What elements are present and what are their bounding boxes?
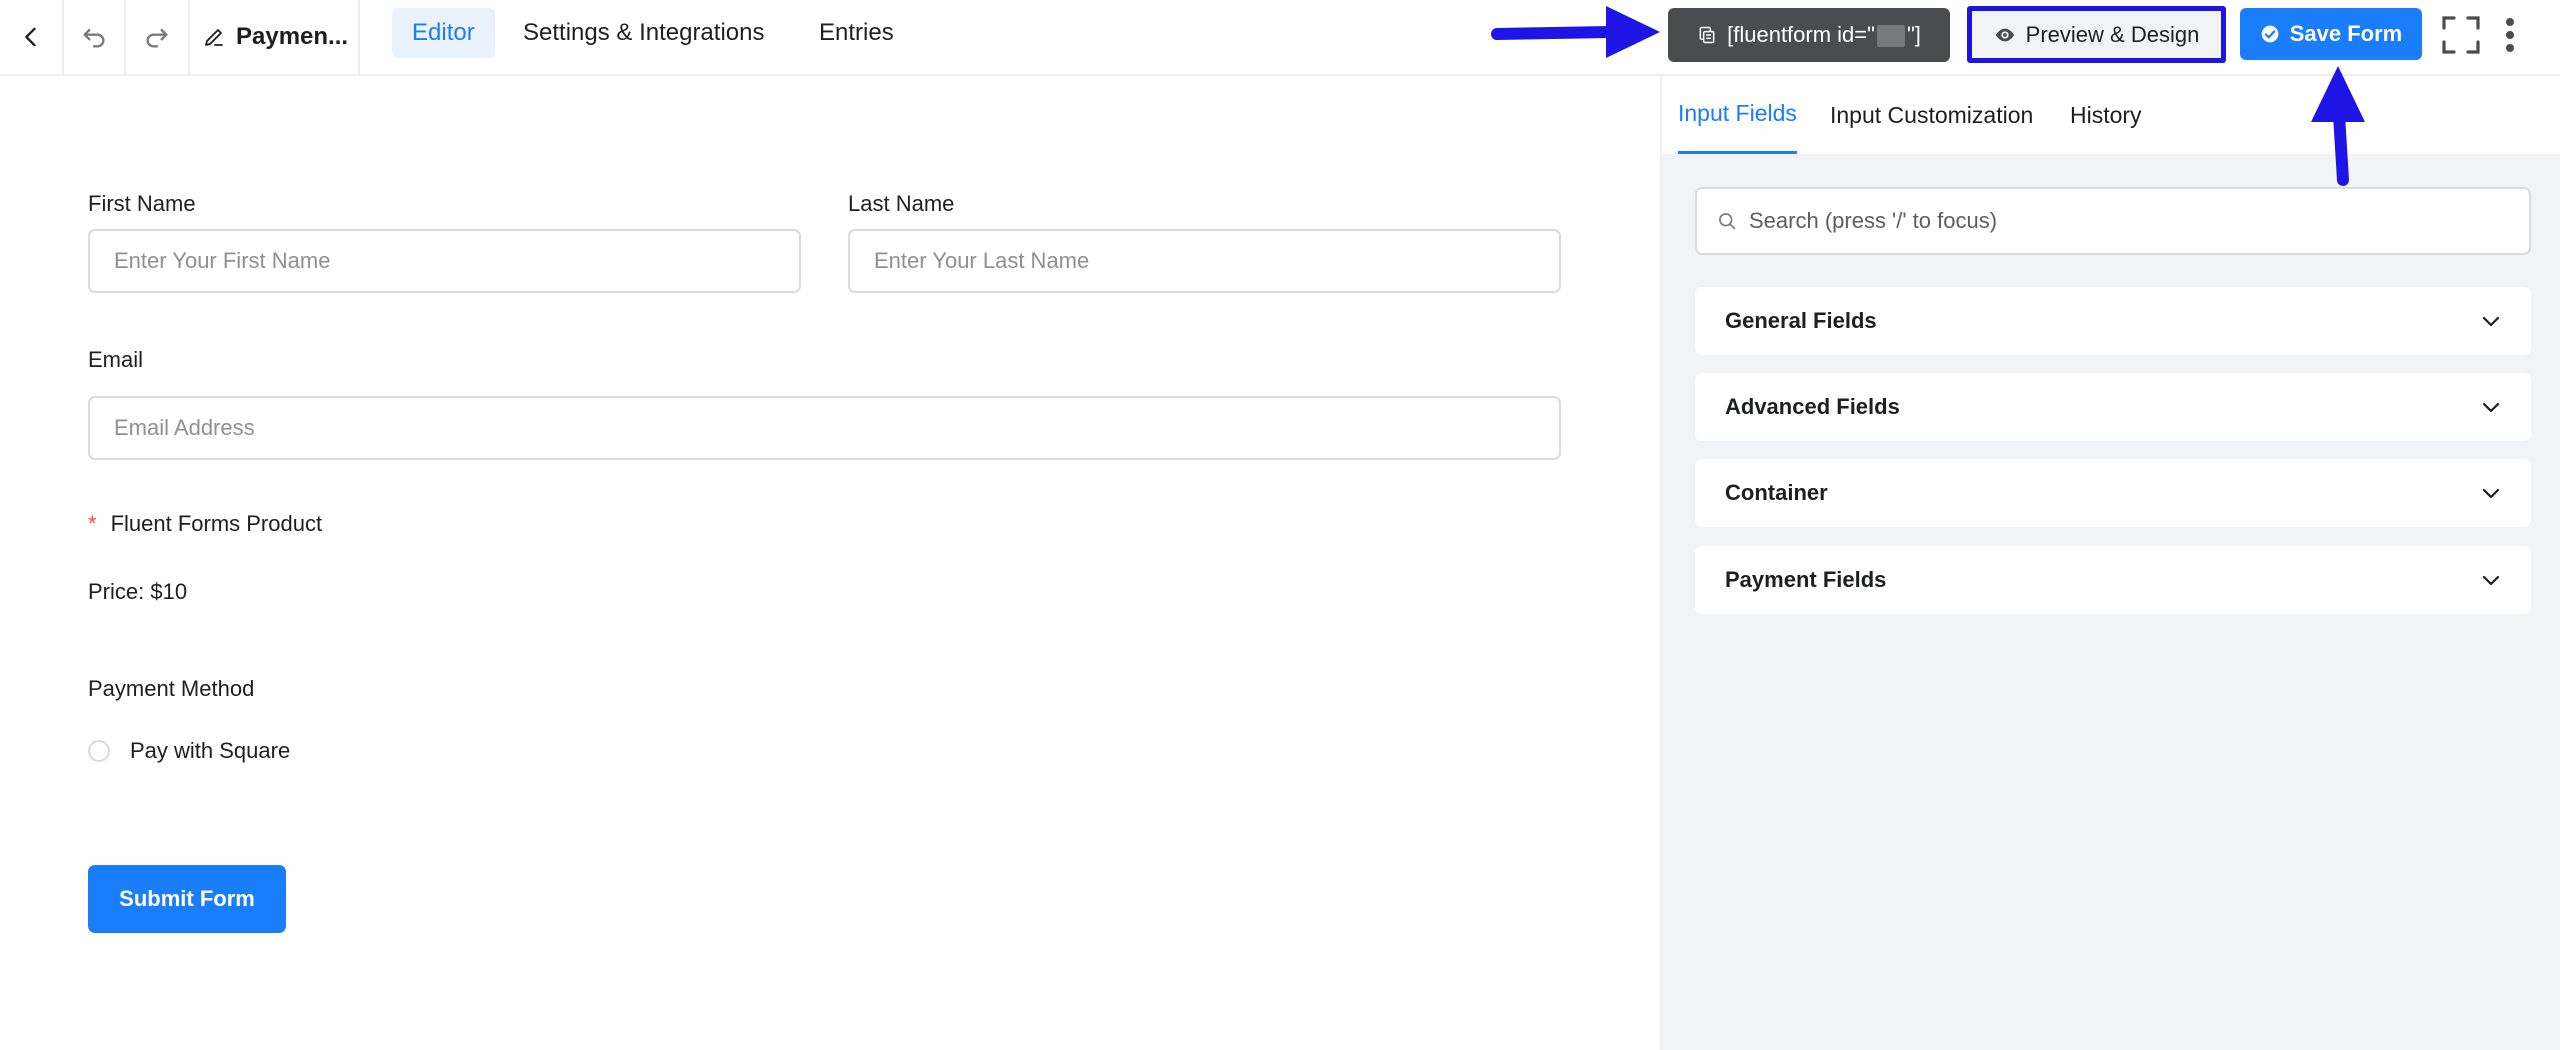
- first-name-label: First Name: [88, 191, 196, 216]
- eye-icon: [1995, 28, 2014, 41]
- redo-icon: [146, 28, 168, 48]
- last-name-input[interactable]: [848, 229, 1561, 293]
- undo-icon: [83, 28, 105, 48]
- last-name-label: Last Name: [848, 191, 955, 216]
- required-mark: *: [88, 511, 97, 536]
- radio-circle[interactable]: [88, 740, 110, 762]
- field-search-input[interactable]: [1749, 208, 2509, 234]
- panel-tabs: Input Fields Input Customization History: [1662, 76, 2560, 154]
- fields-panel: Input Fields Input Customization History…: [1660, 76, 2560, 1050]
- copy-icon: [1699, 26, 1715, 44]
- undo-button[interactable]: [64, 0, 126, 74]
- first-name-input[interactable]: [88, 229, 801, 293]
- tab-input-customization[interactable]: Input Customization: [1830, 76, 2033, 154]
- product-price: Price: $10: [88, 579, 188, 604]
- chevron-down-icon: [2482, 575, 2500, 586]
- chevron-down-icon: [2482, 488, 2500, 499]
- pencil-icon: [205, 29, 223, 46]
- section-general-fields-label: General Fields: [1725, 308, 1877, 333]
- chevron-left-icon: [25, 27, 36, 47]
- product-label-text: Fluent Forms Product: [110, 511, 323, 536]
- product-label: * Fluent Forms Product: [88, 511, 322, 537]
- form-title[interactable]: Paymen...: [190, 0, 360, 74]
- payment-method-label: Payment Method: [88, 676, 255, 701]
- tab-history[interactable]: History: [2070, 76, 2142, 154]
- redacted-id: [1876, 25, 1905, 48]
- section-payment-fields[interactable]: Payment Fields: [1695, 546, 2531, 614]
- form-title-text: Paymen...: [236, 23, 349, 50]
- email-label: Email: [88, 347, 144, 372]
- form-canvas: First Name Last Name Email * Fluent Forms…: [0, 76, 1660, 1050]
- section-general-fields[interactable]: General Fields: [1695, 287, 2531, 355]
- preview-design-button[interactable]: Preview & Design: [1967, 6, 2226, 63]
- chevron-down-icon: [2482, 316, 2500, 327]
- shortcode-suffix: "]: [1906, 22, 1921, 47]
- section-payment-fields-label: Payment Fields: [1725, 567, 1887, 592]
- tab-editor[interactable]: Editor: [392, 8, 495, 58]
- section-container[interactable]: Container: [1695, 459, 2531, 527]
- submit-form-button[interactable]: Submit Form: [88, 865, 286, 933]
- search-icon: [1719, 213, 1736, 230]
- shortcode-prefix: [fluentform id=": [1727, 22, 1875, 47]
- save-form-button[interactable]: Save Form: [2240, 8, 2422, 60]
- shortcode-copy-button[interactable]: [fluentform id=" "]: [1668, 8, 1950, 62]
- save-form-label: Save Form: [2289, 21, 2403, 46]
- tab-input-fields[interactable]: Input Fields: [1678, 76, 1797, 154]
- section-advanced-fields[interactable]: Advanced Fields: [1695, 373, 2531, 441]
- field-search[interactable]: [1695, 187, 2531, 255]
- pay-with-square-radio[interactable]: Pay with Square: [88, 738, 290, 764]
- back-button[interactable]: [0, 0, 64, 74]
- section-advanced-fields-label: Advanced Fields: [1725, 394, 1900, 419]
- tab-entries[interactable]: Entries: [799, 8, 914, 58]
- chevron-down-icon: [2482, 402, 2500, 413]
- preview-design-label: Preview & Design: [2025, 21, 2200, 47]
- fullscreen-icon[interactable]: [2440, 14, 2482, 56]
- pay-with-square-label: Pay with Square: [130, 738, 291, 763]
- redo-button[interactable]: [126, 0, 190, 74]
- top-bar: Paymen... Editor Settings & Integrations…: [0, 0, 2560, 76]
- shortcode-text: [fluentform id=" "]: [1727, 22, 1921, 48]
- section-container-label: Container: [1725, 480, 1828, 505]
- check-circle-icon: [2261, 25, 2279, 43]
- tab-settings-integrations[interactable]: Settings & Integrations: [503, 8, 784, 58]
- email-input[interactable]: [88, 396, 1561, 460]
- more-vertical-icon[interactable]: [2496, 14, 2524, 56]
